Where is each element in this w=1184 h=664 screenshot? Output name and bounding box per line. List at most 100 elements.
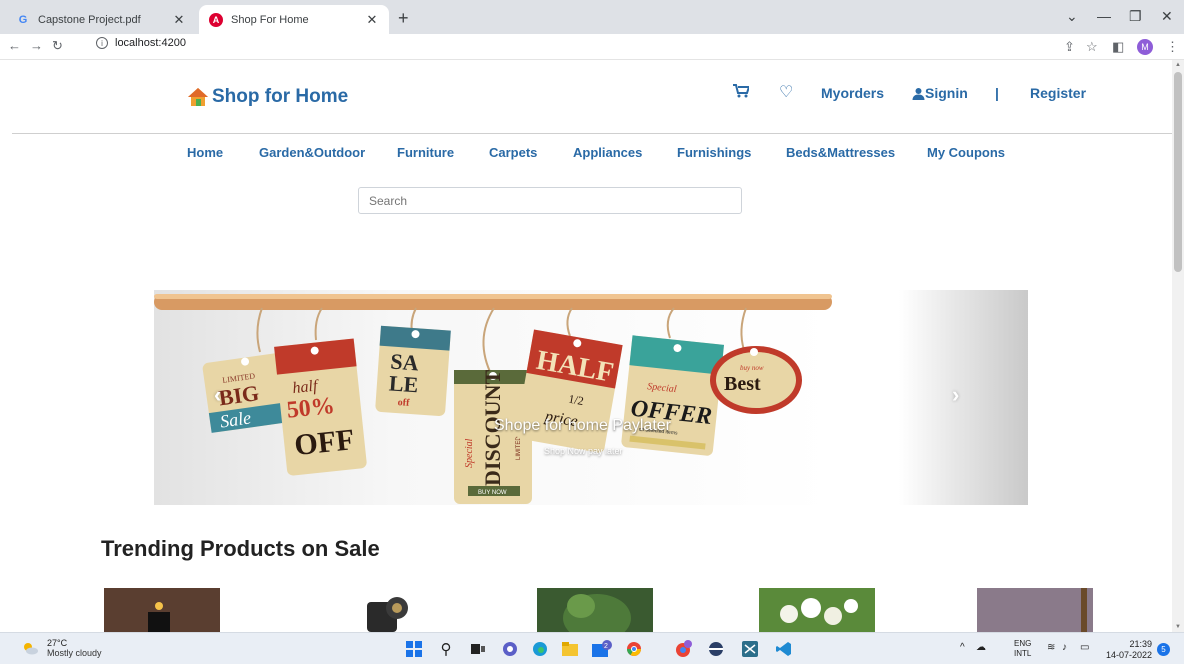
chrome-icon[interactable] <box>624 640 644 658</box>
tag-best: Best <box>724 373 761 395</box>
appliance-image <box>357 588 437 632</box>
chat-icon[interactable] <box>500 640 520 658</box>
volume-icon[interactable]: ♪ <box>1062 642 1067 653</box>
battery-icon[interactable]: ▭ <box>1080 642 1089 653</box>
browser-tab-strip: G Capstone Project.pdf ✕ A Shop For Home… <box>0 0 1184 34</box>
address-text: localhost:4200 <box>115 37 186 49</box>
myorders-link[interactable]: Myorders <box>821 85 884 101</box>
product-card-flowers[interactable] <box>759 588 875 632</box>
close-tab-icon[interactable]: ✕ <box>365 12 379 28</box>
carpet-image <box>977 588 1093 632</box>
header-divider <box>12 133 1172 134</box>
tag-off: OFF <box>293 423 356 462</box>
signin-label: Signin <box>925 85 968 101</box>
task-view-icon[interactable] <box>468 640 488 658</box>
tag-one-half: 1/2 <box>567 392 585 408</box>
tag-special-vertical: Special <box>464 438 475 468</box>
carousel-caption: Shope for home Paylater <box>494 417 671 434</box>
sale-tags-image: LIMITED BIG Sale half 50% OFF SA LE off … <box>154 294 832 504</box>
sql-server-icon[interactable] <box>740 640 760 658</box>
carousel-next-slide <box>899 290 1028 505</box>
brand-name: Shop for Home <box>212 86 349 107</box>
store-icon[interactable]: 2 <box>592 640 612 658</box>
wishlist-heart-icon[interactable]: ♡ <box>779 82 793 102</box>
close-window-icon[interactable]: ✕ <box>1161 8 1173 25</box>
vscode-icon[interactable] <box>774 640 794 658</box>
tag-le: LE <box>388 370 419 397</box>
tag-sale: Sale <box>219 407 252 431</box>
language-code: ENG <box>1014 639 1032 648</box>
system-clock[interactable]: 21:39 14-07-2022 <box>1102 639 1152 661</box>
product-card-appliance[interactable] <box>357 588 437 632</box>
forward-icon[interactable]: → <box>30 38 43 53</box>
tab-capstone-pdf[interactable]: G Capstone Project.pdf ✕ <box>6 5 196 34</box>
bookmark-star-icon[interactable]: ☆ <box>1086 39 1098 55</box>
brand-logo[interactable]: Shop for Home <box>187 86 348 108</box>
category-home[interactable]: Home <box>187 145 223 160</box>
category-beds-mattresses[interactable]: Beds&Mattresses <box>786 145 895 160</box>
tag-buy-now-small: buy now <box>740 364 764 372</box>
menu-kebab-icon[interactable]: ⋮ <box>1166 39 1179 55</box>
chrome-profile-icon[interactable] <box>674 640 694 658</box>
category-furniture[interactable]: Furniture <box>397 145 454 160</box>
side-panel-icon[interactable]: ◧ <box>1112 39 1124 55</box>
scroll-down-icon[interactable]: ▼ <box>1175 624 1181 630</box>
search-input[interactable] <box>358 187 742 214</box>
tray-overflow-icon[interactable]: ^ <box>960 642 965 653</box>
home-icon <box>188 88 208 106</box>
close-tab-icon[interactable]: ✕ <box>172 12 186 28</box>
share-icon[interactable]: ⇪ <box>1064 39 1075 55</box>
app-badge-count: 2 <box>604 643 608 650</box>
profile-avatar[interactable]: M <box>1137 39 1153 55</box>
windows-start-icon[interactable] <box>404 640 424 658</box>
vpn-globe-icon[interactable] <box>706 640 726 658</box>
address-bar[interactable]: i localhost:4200 <box>96 37 186 49</box>
file-explorer-icon[interactable] <box>560 640 580 658</box>
category-carpets[interactable]: Carpets <box>489 145 537 160</box>
language-indicator[interactable]: ENG INTL <box>1014 639 1031 659</box>
scroll-up-icon[interactable]: ▲ <box>1175 62 1181 68</box>
trending-title: Trending Products on Sale <box>101 536 380 561</box>
tab-shop-for-home[interactable]: A Shop For Home ✕ <box>199 5 389 34</box>
network-tray-icon[interactable]: ☁ <box>976 642 986 653</box>
plant-image <box>537 588 653 632</box>
scrollbar-thumb[interactable] <box>1174 72 1182 272</box>
category-furnishings[interactable]: Furnishings <box>677 145 751 160</box>
category-garden-outdoor[interactable]: Garden&Outdoor <box>259 145 365 160</box>
user-icon <box>912 87 925 100</box>
new-tab-button[interactable]: + <box>398 8 409 29</box>
tag-buy-now: BUY NOW <box>478 490 507 496</box>
page-viewport: Shop for Home ♡ Myorders Signin | Regist… <box>0 60 1184 632</box>
signin-link[interactable]: Signin <box>912 85 968 101</box>
register-link[interactable]: Register <box>1030 85 1086 101</box>
weather-temp: 27°C <box>47 638 68 648</box>
notification-badge[interactable]: 5 <box>1157 643 1170 656</box>
site-info-icon[interactable]: i <box>96 37 108 49</box>
lamp-image <box>104 588 220 632</box>
product-card-carpet[interactable] <box>977 588 1093 632</box>
page-scrollbar[interactable]: ▲ ▼ <box>1172 60 1184 632</box>
weather-widget[interactable]: 27°C Mostly cloudy <box>22 638 102 658</box>
nav-separator: | <box>995 85 999 101</box>
clock-time: 21:39 <box>1129 639 1152 649</box>
reload-icon[interactable]: ↻ <box>52 38 63 54</box>
category-my-coupons[interactable]: My Coupons <box>927 145 1005 160</box>
wifi-icon[interactable]: ≋ <box>1047 642 1055 653</box>
cart-icon[interactable] <box>733 84 749 98</box>
tag-50-percent: 50% <box>285 393 335 424</box>
restore-icon[interactable]: ❐ <box>1129 8 1142 25</box>
language-layout: INTL <box>1014 649 1032 658</box>
edge-icon[interactable] <box>530 640 550 658</box>
product-card-plant[interactable] <box>537 588 653 632</box>
carousel-next-icon[interactable]: › <box>952 382 959 408</box>
tab-title: Capstone Project.pdf <box>38 13 141 26</box>
category-nav: Home Garden&Outdoor Furniture Carpets Ap… <box>0 145 1172 163</box>
category-appliances[interactable]: Appliances <box>573 145 642 160</box>
carousel-prev-icon[interactable]: ‹ <box>214 382 221 408</box>
tab-search-icon[interactable]: ⌄ <box>1066 8 1078 25</box>
minimize-icon[interactable]: — <box>1097 8 1111 24</box>
promo-carousel: LIMITED BIG Sale half 50% OFF SA LE off … <box>154 290 1028 505</box>
back-icon[interactable]: ← <box>8 38 21 53</box>
product-card-lamp[interactable] <box>104 588 220 632</box>
search-icon[interactable]: ⚲ <box>436 640 456 658</box>
